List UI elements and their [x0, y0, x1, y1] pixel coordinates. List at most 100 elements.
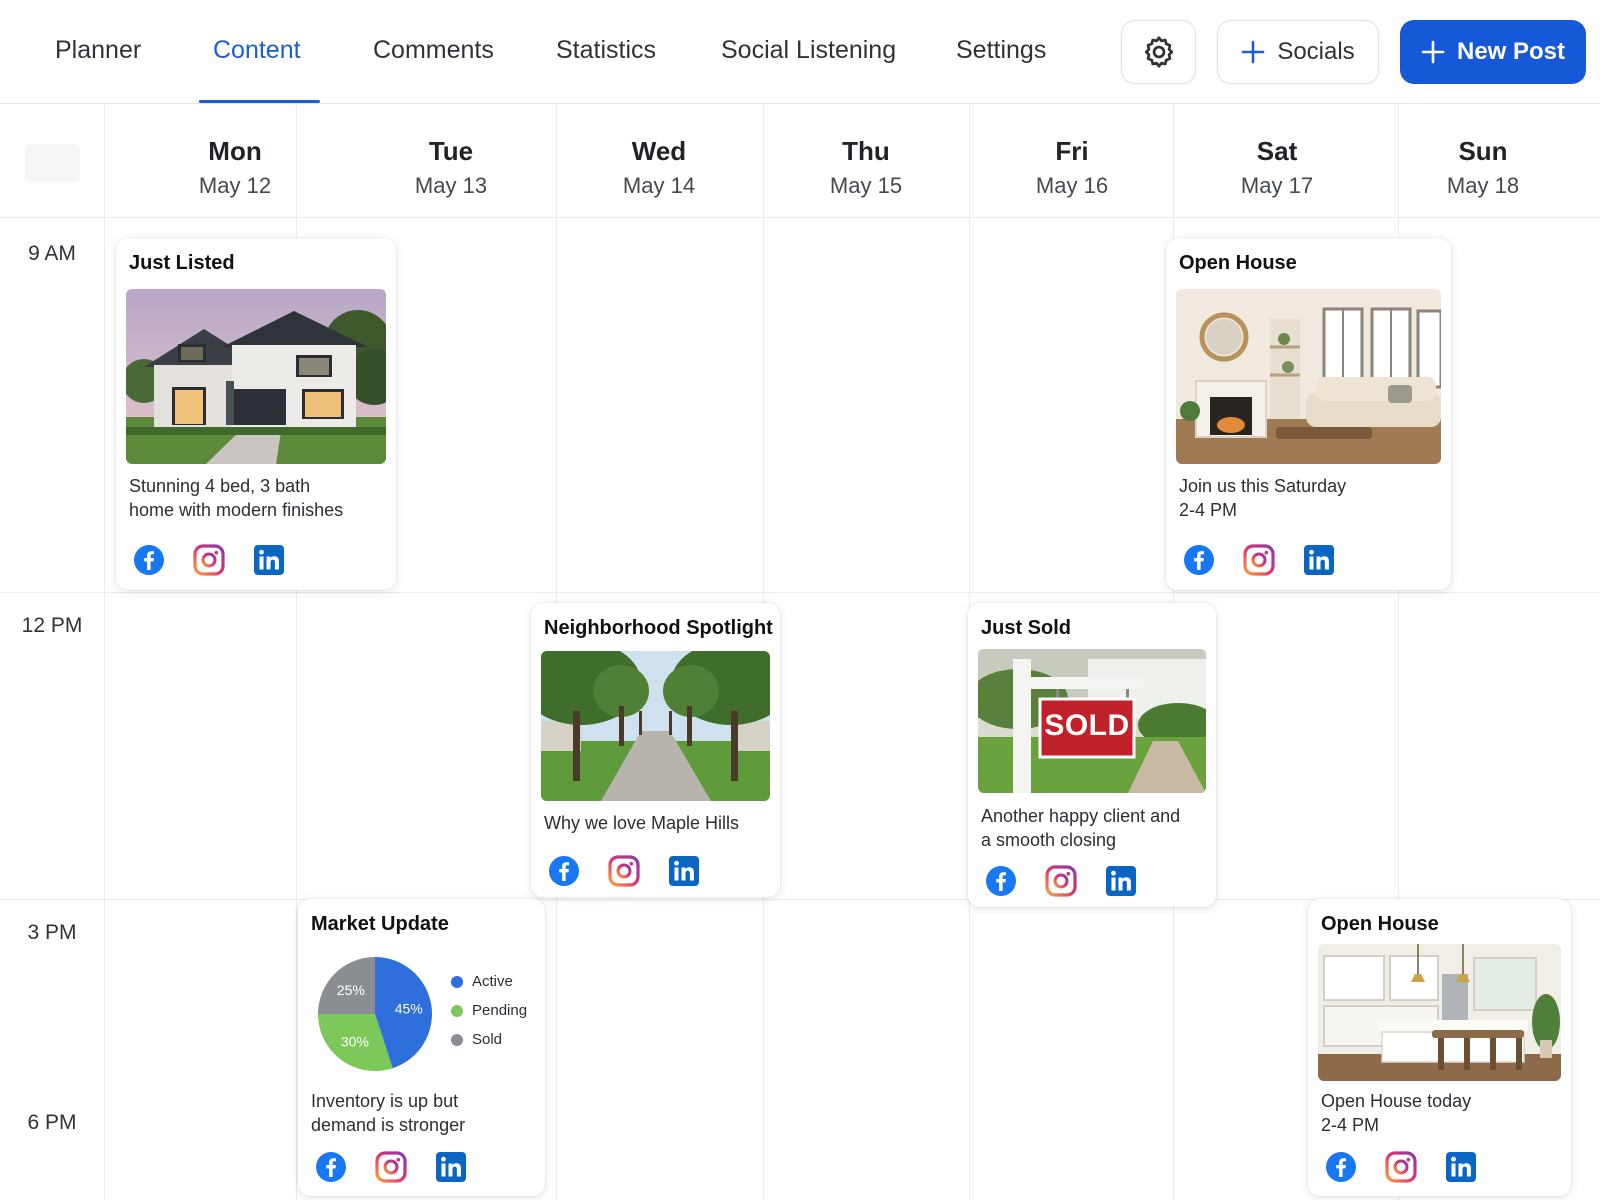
post-image-tree-lined-street	[541, 651, 770, 801]
tab-social-listening[interactable]: Social Listening	[721, 36, 896, 65]
post-title: Market Update	[311, 913, 449, 935]
post-caption-line: demand is stronger	[311, 1115, 466, 1135]
post-caption-line: Inventory is up but	[311, 1091, 459, 1111]
post-caption-line: 2-4 PM	[1179, 500, 1238, 520]
day-date: May 16	[1035, 173, 1109, 198]
legend-label: Active	[472, 973, 513, 990]
post-social-channels	[1183, 544, 1335, 576]
legend-item-sold: Sold	[451, 1025, 527, 1054]
day-header-tue: Tue May 13	[351, 136, 551, 199]
grid-corner	[25, 144, 80, 182]
day-header-sun: Sun May 18	[1383, 136, 1583, 199]
linkedin-icon[interactable]	[1445, 1151, 1477, 1183]
linkedin-icon[interactable]	[668, 855, 700, 887]
day-header-wed: Wed May 14	[559, 136, 759, 199]
post-caption: Inventory is up but demand is stronger	[311, 1089, 465, 1137]
legend-label: Sold	[472, 1031, 503, 1048]
post-image-living-room	[1176, 289, 1441, 464]
post-social-channels	[985, 865, 1137, 897]
post-card-just-sold[interactable]: Just Sold SOLD Another happy client and …	[968, 603, 1216, 907]
facebook-icon[interactable]	[1183, 544, 1215, 576]
top-navigation: Planner Content Comments Statistics Soci…	[0, 0, 1600, 104]
instagram-icon[interactable]	[375, 1151, 407, 1183]
post-caption-line: Join us this Saturday	[1179, 476, 1347, 496]
post-caption-line: Stunning 4 bed, 3 bath	[129, 476, 311, 496]
facebook-icon[interactable]	[133, 544, 165, 576]
legend-swatch	[451, 975, 463, 988]
new-post-button[interactable]: New Post	[1400, 20, 1586, 84]
sold-sign-text: SOLD	[1044, 709, 1130, 742]
linkedin-icon[interactable]	[1303, 544, 1335, 576]
instagram-icon[interactable]	[1045, 865, 1077, 897]
tab-settings[interactable]: Settings	[956, 36, 1046, 65]
linkedin-icon[interactable]	[1105, 865, 1137, 897]
post-card-open-house-sun[interactable]: Open House Open House today 2-4 PM	[1308, 899, 1571, 1196]
post-title: Just Listed	[129, 252, 235, 274]
day-date: May 14	[622, 173, 696, 198]
socials-label: Socials	[1277, 38, 1355, 65]
facebook-icon[interactable]	[1325, 1151, 1357, 1183]
tab-comments[interactable]: Comments	[373, 36, 494, 65]
legend-swatch	[451, 1033, 463, 1046]
linkedin-icon[interactable]	[435, 1151, 467, 1183]
post-title: Just Sold	[981, 617, 1072, 639]
day-date: May 17	[1240, 173, 1314, 198]
facebook-icon[interactable]	[548, 855, 580, 887]
post-card-just-listed[interactable]: Just Listed Stunning 4 bed, 3 bath home …	[116, 238, 396, 590]
day-name: Sun	[1458, 136, 1508, 166]
active-tab-indicator	[199, 100, 320, 103]
post-caption-line: Another happy client and	[981, 806, 1181, 826]
post-social-channels	[315, 1151, 467, 1183]
pie-slice-label: 45%	[395, 1001, 423, 1017]
post-card-market-update[interactable]: Market Update 45% 30% 25% Active Pending Sol…	[298, 899, 545, 1196]
instagram-icon[interactable]	[1243, 544, 1275, 576]
tab-statistics[interactable]: Statistics	[556, 36, 656, 65]
post-caption-line: home with modern finishes	[129, 500, 344, 520]
legend-item-pending: Pending	[451, 996, 527, 1025]
pie-slice-label: 25%	[337, 982, 365, 998]
post-caption-line: 2-4 PM	[1321, 1115, 1380, 1135]
post-caption: Another happy client and a smooth closin…	[981, 804, 1180, 852]
post-card-neighborhood-spotlight[interactable]: Neighborhood Spotlight Why we love Maple…	[531, 603, 780, 897]
post-caption-line: Open House today	[1321, 1091, 1472, 1111]
day-header-thu: Thu May 15	[766, 136, 966, 199]
tab-planner[interactable]: Planner	[55, 36, 141, 65]
post-title: Neighborhood Spotlight	[544, 617, 773, 639]
day-header-fri: Fri May 16	[972, 136, 1172, 199]
day-date: May 12	[198, 173, 272, 198]
pie-slice-label: 30%	[341, 1034, 369, 1050]
add-socials-button[interactable]: Socials	[1217, 20, 1379, 84]
legend-item-active: Active	[451, 967, 527, 996]
facebook-icon[interactable]	[315, 1151, 347, 1183]
post-image-house-exterior	[126, 289, 386, 464]
linkedin-icon[interactable]	[253, 544, 285, 576]
instagram-icon[interactable]	[608, 855, 640, 887]
facebook-icon[interactable]	[985, 865, 1017, 897]
day-date: May 18	[1446, 173, 1520, 198]
market-pie-chart: 45% 30% 25%	[316, 955, 434, 1073]
day-name: Wed	[631, 136, 687, 166]
time-label-9am: 9 AM	[28, 242, 76, 265]
instagram-icon[interactable]	[193, 544, 225, 576]
pie-chart-svg: 45% 30% 25%	[318, 957, 432, 1071]
post-caption: Stunning 4 bed, 3 bath home with modern …	[129, 474, 343, 522]
day-date: May 13	[414, 173, 488, 198]
post-caption-line: a smooth closing	[981, 830, 1117, 850]
post-card-open-house-sat[interactable]: Open House Join us this Saturday 2-4 PM	[1166, 238, 1451, 590]
day-header-mon: Mon May 12	[135, 136, 335, 199]
settings-gear-button[interactable]	[1121, 20, 1196, 84]
tab-content[interactable]: Content	[213, 36, 301, 65]
post-caption-line: Why we love Maple Hills	[544, 813, 740, 833]
day-name: Sat	[1256, 136, 1298, 166]
new-post-label: New Post	[1456, 38, 1566, 65]
time-label-12pm: 12 PM	[21, 614, 83, 637]
legend-label: Pending	[472, 1002, 528, 1019]
post-caption: Why we love Maple Hills	[544, 811, 739, 835]
instagram-icon[interactable]	[1385, 1151, 1417, 1183]
day-name: Fri	[1055, 136, 1089, 166]
day-name: Mon	[208, 136, 262, 166]
day-name: Tue	[428, 136, 474, 166]
legend-swatch	[451, 1004, 463, 1017]
time-label-3pm: 3 PM	[27, 921, 77, 944]
plus-icon	[1421, 40, 1445, 64]
